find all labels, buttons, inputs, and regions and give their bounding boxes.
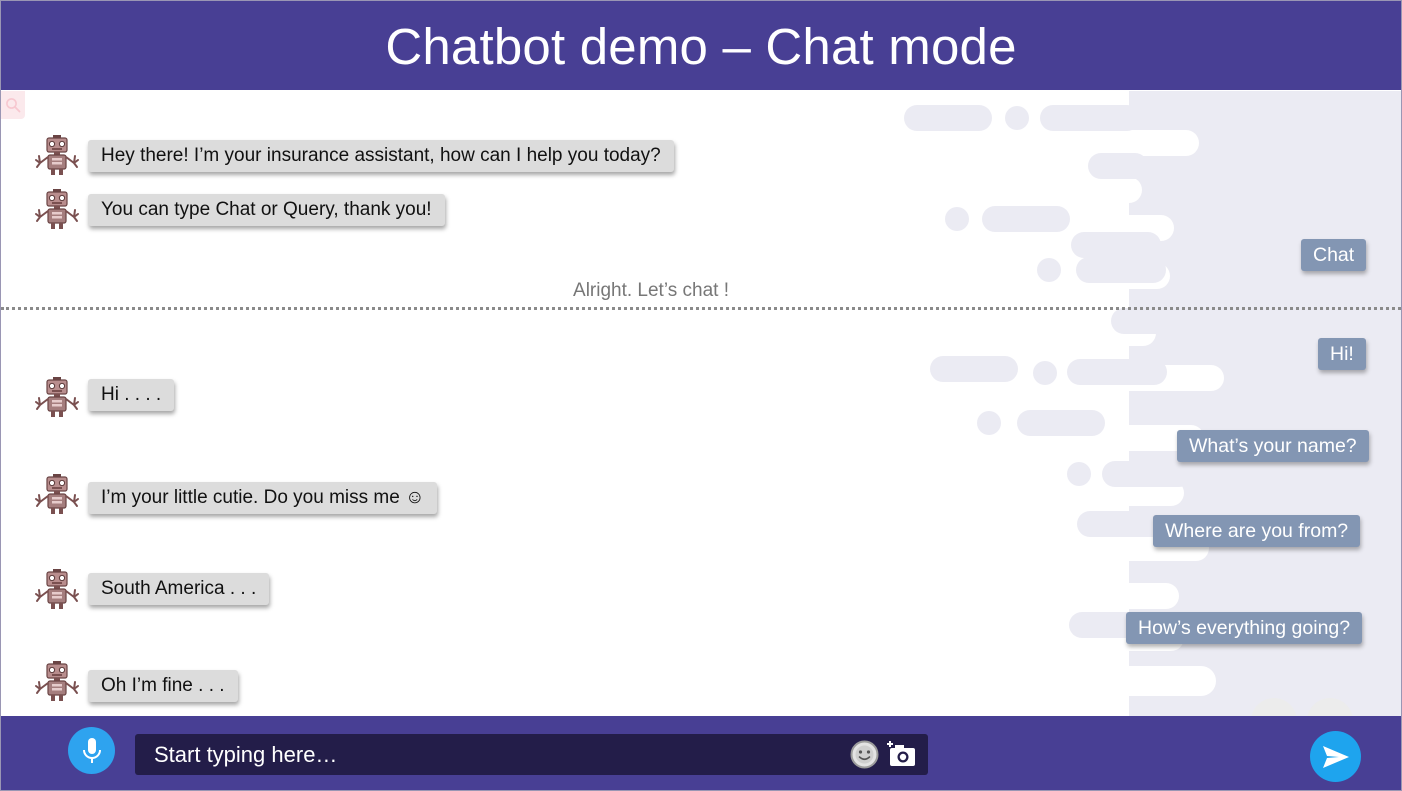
composer-bar [1,716,1401,790]
microphone-icon [82,737,101,763]
robot-avatar-icon [34,474,80,516]
user-message: Where are you from? [1153,515,1361,547]
bot-message: Hey there! I’m your insurance assistant,… [88,140,674,172]
robot-avatar-icon [34,569,80,611]
robot-avatar-icon [34,135,80,177]
microphone-button[interactable] [68,727,115,774]
mode-divider-label: Alright. Let’s chat ! [573,280,729,301]
robot-avatar-icon [34,661,80,703]
bot-message: I’m your little cutie. Do you miss me ☺ [88,482,438,514]
message-input[interactable] [135,734,854,775]
bot-message: Oh I’m fine . . . [88,670,238,702]
send-icon [1322,745,1349,768]
user-message: Hi! [1318,338,1366,370]
bot-message: South America . . . [88,573,270,605]
app-header: Chatbot demo – Chat mode [1,1,1401,90]
send-button[interactable] [1310,731,1361,782]
chatbot-window: Chatbot demo – Chat mode Hey there! I’m … [0,0,1402,791]
bot-message: You can type Chat or Query, thank you! [88,194,445,226]
user-message: What’s your name? [1177,430,1369,462]
camera-icon[interactable] [887,739,917,770]
user-message: How’s everything going? [1126,612,1363,644]
robot-avatar-icon [34,189,80,231]
page-title: Chatbot demo – Chat mode [385,18,1017,75]
search-icon[interactable] [1,91,25,119]
smiley-icon[interactable] [849,739,880,770]
user-message: Chat [1301,239,1367,271]
message-input-container [135,734,928,775]
robot-avatar-icon [34,377,80,419]
chat-area[interactable]: Hey there! I’m your insurance assistant,… [1,91,1401,716]
bot-message: Hi . . . . [88,379,175,411]
divider [1,307,1401,310]
